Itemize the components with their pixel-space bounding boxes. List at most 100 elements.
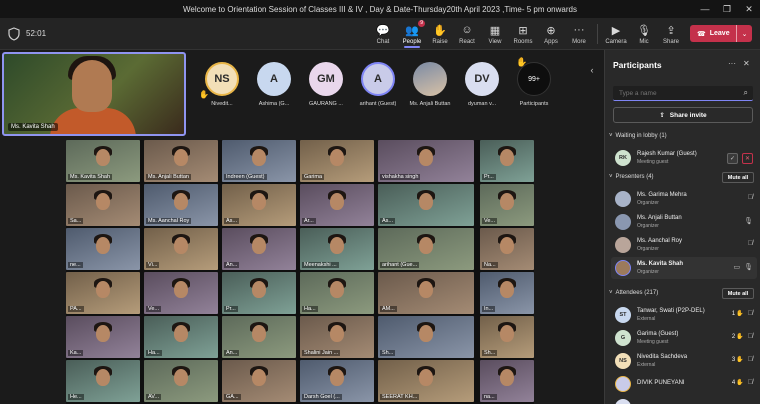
- avatar-tile[interactable]: A arihant (Guest): [352, 62, 404, 122]
- chevron-left-icon[interactable]: ‹: [586, 62, 598, 78]
- gallery-video-tile: Na...: [480, 228, 534, 270]
- avatar-tile[interactable]: A Ashima (G...: [248, 62, 300, 122]
- gallery-video-tile: Shalini Jain ...: [300, 316, 374, 358]
- admit-button[interactable]: ✓: [727, 153, 738, 164]
- avatar-tile[interactable]: GM GAURANG ...: [300, 62, 352, 122]
- gallery-tile-name: na...: [482, 394, 497, 400]
- share-invite-icon: ⇪: [659, 112, 665, 119]
- share-invite-button[interactable]: ⇪ Share invite: [613, 107, 753, 123]
- avatar-tile[interactable]: DV dyuman v...: [456, 62, 508, 122]
- presenter-row[interactable]: Ms. Aanchal Roy Organizer 🎙̸: [611, 234, 757, 256]
- gallery-tile-name: Garima: [302, 174, 325, 180]
- presenter-row[interactable]: Ms. Kavita Shah Organizer ▭ 🎙: [611, 257, 757, 279]
- gallery-tile-name: Ms. Aanchal Roy: [146, 218, 192, 224]
- search-icon: ⌕: [743, 88, 748, 97]
- mic-muted-icon[interactable]: 🎙̸: [748, 310, 753, 317]
- gallery-video-tile: As...: [222, 184, 296, 226]
- share-button[interactable]: ⇪ Share: [656, 20, 686, 48]
- more-participants-tile[interactable]: ✋ 99+ Participants: [508, 57, 560, 122]
- raised-hand-order: 4 ✋: [731, 379, 744, 387]
- pinned-video-tile[interactable]: Ms. Kavita Shah: [2, 52, 186, 136]
- avatar: [615, 376, 631, 392]
- more-button[interactable]: ··· More: [564, 20, 594, 48]
- leave-options-chevron-icon[interactable]: ⌄: [736, 25, 752, 42]
- camera-button[interactable]: ▶ Camera: [601, 20, 631, 48]
- gallery-video-tile: In...: [480, 272, 534, 314]
- view-icon: ▦: [489, 24, 501, 37]
- gallery-tile-name: An...: [224, 262, 240, 268]
- attendee-row[interactable]: NS Nivedita Sachdeva External 3 ✋ 🎙̸: [611, 350, 757, 372]
- mic-muted-icon[interactable]: 🎙̸: [748, 240, 753, 247]
- view-button[interactable]: ▦ View: [480, 20, 510, 48]
- presenter-row[interactable]: Ms. Garima Mehra Organizer 🎙̸: [611, 188, 757, 210]
- attendee-row[interactable]: DIVIK PUNEYANI 4 ✋ 🎙̸: [611, 373, 757, 395]
- close-window-button[interactable]: ✕: [738, 0, 760, 18]
- attendee-row[interactable]: ST Tanwar, Swati (P2P-DEL) External 1 ✋ 🎙̸: [611, 304, 757, 326]
- lobby-section-header[interactable]: ˅ Waiting in lobby (1): [609, 133, 667, 139]
- gallery-video-tile: Ms. Kavita Shah: [66, 140, 140, 182]
- mic-icon[interactable]: 🎙: [744, 263, 753, 271]
- avatar: GM: [309, 62, 343, 96]
- mute-all-attendees-button[interactable]: Mute all: [722, 288, 754, 299]
- attendee-row[interactable]: G Garima (Guest) Meeting guest 2 ✋ 🎙̸: [611, 327, 757, 349]
- leave-button[interactable]: ☎ Leave: [690, 30, 736, 38]
- chat-button[interactable]: 💬 Chat: [368, 20, 398, 48]
- pinned-video-name: Ms. Kavita Shah: [8, 123, 58, 131]
- avatar-tile[interactable]: ✋ NS Nivedit...: [196, 62, 248, 122]
- mic-muted-icon[interactable]: 🎙̸: [748, 379, 753, 386]
- gallery-tile-name: Ms. Kavita Shah: [68, 174, 113, 180]
- people-button[interactable]: 👥 9 People: [397, 20, 427, 48]
- people-icon: 👥 9: [405, 20, 425, 37]
- avatar: A: [257, 62, 291, 96]
- avatar: [615, 399, 631, 404]
- more-options-icon[interactable]: ···: [728, 59, 736, 68]
- raise-hand-icon: ✋: [516, 57, 528, 67]
- raise-hand-button[interactable]: ✋ Raise: [425, 20, 455, 48]
- gallery-video-tile: An...: [222, 228, 296, 270]
- video-figure: [50, 108, 136, 134]
- gallery-tile-name: PA...: [68, 306, 84, 312]
- deny-button[interactable]: ✕: [742, 153, 753, 164]
- window-controls: — ❐ ✕: [694, 0, 760, 18]
- mic-muted-icon[interactable]: 🎙̸: [748, 333, 753, 340]
- apps-button[interactable]: ⊕ Apps: [536, 20, 566, 48]
- attendees-section-header[interactable]: ˅ Attendees (217): [609, 290, 658, 296]
- meeting-stage: Ms. Kavita Shah ✋ NS Nivedit... A Ashima …: [0, 50, 604, 404]
- people-badge: 9: [418, 20, 425, 27]
- more-icon: ···: [573, 24, 585, 36]
- gallery-video-tile: SEERAT KH...: [378, 360, 474, 402]
- mic-muted-icon[interactable]: 🎙̸: [748, 194, 753, 201]
- gallery-video-tile: Vi...: [144, 228, 218, 270]
- avatar-tile[interactable]: Ms. Anjali Buttan: [404, 62, 456, 122]
- gallery-video-tile: AV...: [144, 360, 218, 402]
- maximize-button[interactable]: ❐: [716, 0, 738, 18]
- presenters-section-header[interactable]: ˅ Presenters (4): [609, 174, 654, 180]
- gallery-video-tile: Pr...: [480, 140, 534, 182]
- attendee-row[interactable]: [611, 396, 757, 404]
- close-icon[interactable]: ✕: [743, 59, 750, 68]
- gallery-tile-name: He...: [68, 394, 84, 400]
- rooms-button[interactable]: ⊞ Rooms: [508, 20, 538, 48]
- react-button[interactable]: ☺ React: [452, 20, 482, 48]
- avatar: G: [615, 330, 631, 346]
- search-input[interactable]: [613, 86, 723, 100]
- mic-button[interactable]: 🎙 Mic: [629, 20, 659, 48]
- mic-icon[interactable]: 🎙: [744, 217, 753, 225]
- raise-hand-icon: ✋: [199, 90, 209, 99]
- gallery-tile-name: arihant (Gue...: [380, 262, 420, 268]
- lobby-participant-row[interactable]: RK Rajesh Kumar (Guest) Meeting guest ✓ ✕: [611, 147, 757, 169]
- gallery-tile-name: Ka...: [68, 350, 84, 356]
- screen-share-icon: ▭: [733, 264, 741, 271]
- chat-icon: 💬: [376, 24, 390, 37]
- avatar: [615, 214, 631, 230]
- mic-muted-icon[interactable]: 🎙̸: [748, 356, 753, 363]
- shared-screen-gallery: Ms. Kavita Shah Ms. Anjali Buttan Indreen …: [66, 140, 534, 404]
- mute-all-presenters-button[interactable]: Mute all: [722, 172, 754, 183]
- gallery-tile-name: Ar...: [302, 218, 316, 224]
- gallery-video-tile: As...: [378, 184, 474, 226]
- minimize-button[interactable]: —: [694, 0, 716, 18]
- gallery-video-tile: An...: [222, 316, 296, 358]
- presenter-row[interactable]: Ms. Anjali Buttan Organizer 🎙: [611, 211, 757, 233]
- rooms-icon: ⊞: [518, 24, 528, 37]
- gallery-tile-name: Ha...: [146, 350, 162, 356]
